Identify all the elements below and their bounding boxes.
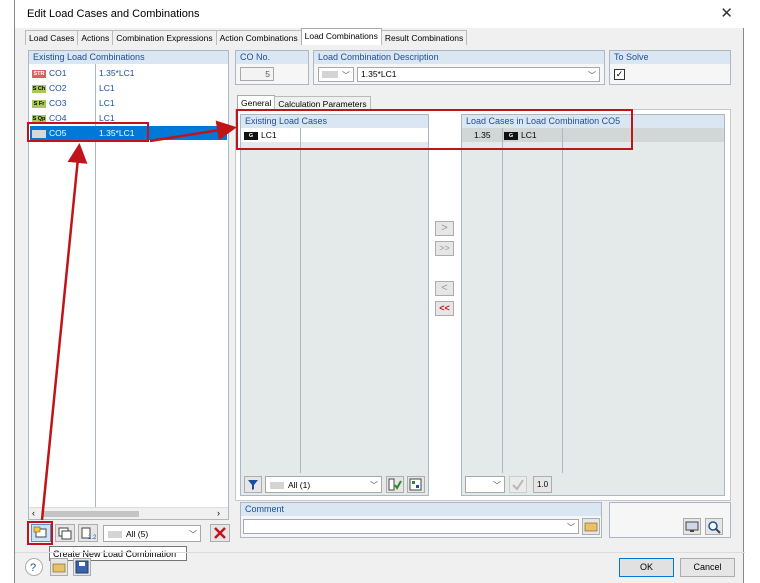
new-button-highlight (27, 521, 53, 545)
selected-row-highlight (27, 122, 149, 142)
load-cases-highlight (236, 109, 633, 150)
arrow-to-selection (40, 143, 88, 521)
annotation-overlay (27, 109, 633, 545)
arrow-to-cases (149, 120, 237, 143)
